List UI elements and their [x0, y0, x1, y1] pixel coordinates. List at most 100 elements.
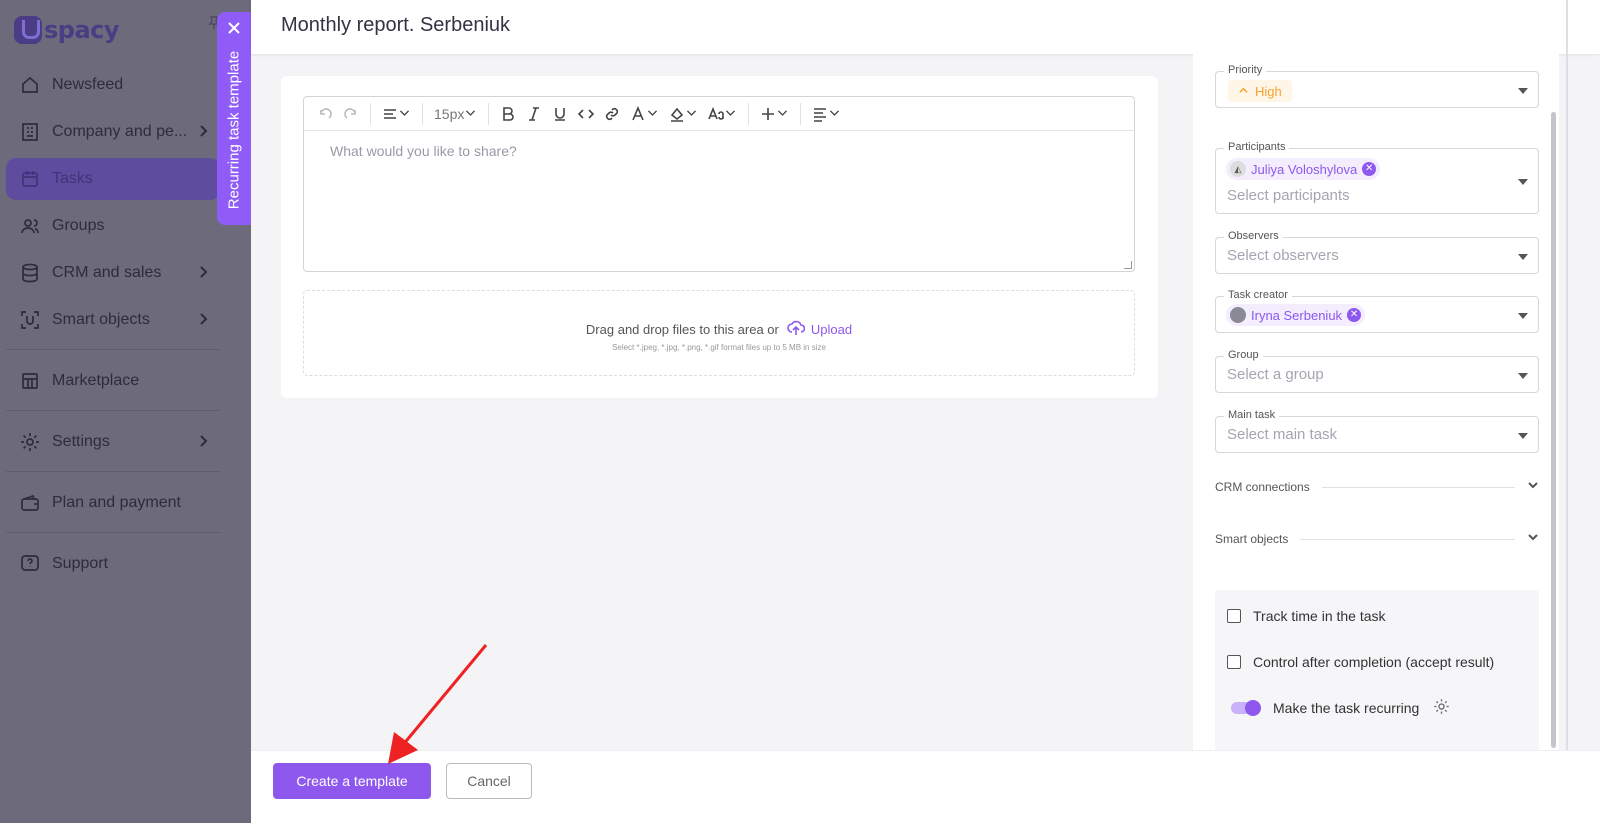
caret-down-icon	[1518, 254, 1528, 260]
sidebar-item-label: Newsfeed	[52, 76, 124, 93]
align-dropdown[interactable]	[807, 102, 846, 126]
font-family-dropdown[interactable]	[703, 102, 742, 126]
caret-down-icon	[1518, 179, 1528, 185]
sidebar-item-label: Groups	[52, 217, 105, 234]
underline-button[interactable]	[547, 102, 573, 126]
scan-icon	[20, 310, 40, 330]
section-title: Smart objects	[1215, 532, 1289, 546]
page-scroll-edge	[1566, 0, 1568, 823]
building-icon	[20, 122, 40, 142]
code-button[interactable]	[573, 102, 599, 126]
divider	[6, 349, 220, 350]
sidebar-item-label: Settings	[52, 433, 110, 450]
paragraph-dropdown[interactable]	[377, 102, 416, 126]
caret-down-icon	[1518, 88, 1528, 94]
chevron-down-icon	[828, 106, 841, 122]
link-button[interactable]	[599, 102, 625, 126]
priority-select[interactable]: Priority High	[1215, 64, 1539, 108]
participants-select[interactable]: Participants ◭ Juliya Voloshylova ✕ Sele…	[1215, 141, 1539, 214]
page-title[interactable]: Monthly report. Serbeniuk	[281, 14, 510, 37]
sidebar-item-groups[interactable]: Groups	[6, 205, 220, 247]
recurring-tab-label: Recurring task template	[225, 50, 243, 210]
gear-icon[interactable]	[1433, 698, 1450, 718]
italic-button[interactable]	[521, 102, 547, 126]
caret-down-icon	[1518, 373, 1528, 379]
settings-scrollbar[interactable]	[1551, 112, 1556, 748]
sidebar-item-label: Tasks	[52, 170, 93, 187]
dropzone-hint: Select *.jpeg, *.jpg, *.png, *.gif forma…	[612, 343, 826, 352]
divider	[488, 102, 490, 125]
remove-chip-icon[interactable]: ✕	[1347, 308, 1362, 322]
participants-label: Participants	[1224, 141, 1290, 153]
sidebar-item-newsfeed[interactable]: Newsfeed	[6, 64, 220, 106]
divider	[800, 102, 802, 125]
bold-button[interactable]	[495, 102, 521, 126]
creator-chip[interactable]: Iryna Serbeniuk ✕	[1226, 304, 1366, 326]
control-after-checkbox[interactable]	[1227, 655, 1241, 669]
font-size-value: 15px	[434, 105, 465, 122]
sidebar-item-label: Support	[52, 555, 109, 572]
sidebar-item-plan[interactable]: Plan and payment	[6, 482, 220, 524]
main-task-select[interactable]: Main task Select main task	[1215, 409, 1539, 453]
sidebar-item-crm[interactable]: CRM and sales	[6, 252, 220, 294]
participant-chip[interactable]: ◭ Juliya Voloshylova ✕	[1226, 158, 1381, 180]
upload-link[interactable]: Upload	[787, 319, 852, 340]
dropzone-text: Drag and drop files to this area or	[585, 322, 779, 337]
divider	[6, 471, 220, 472]
task-settings-column: Priority High Participants ◭ Juliya Volo…	[1193, 54, 1559, 754]
remove-chip-icon[interactable]: ✕	[1362, 162, 1377, 176]
insert-dropdown[interactable]	[755, 102, 794, 126]
sidebar-item-smart-objects[interactable]: Smart objects	[6, 299, 220, 341]
redo-button[interactable]	[338, 102, 364, 126]
crm-connections-section[interactable]: CRM connections	[1215, 477, 1539, 497]
observers-placeholder: Select observers	[1227, 247, 1339, 264]
control-after-option[interactable]: Control after completion (accept result)	[1227, 654, 1494, 670]
recurring-toggle[interactable]	[1231, 700, 1261, 716]
close-icon[interactable]	[226, 20, 242, 36]
option-label: Track time in the task	[1253, 608, 1386, 624]
sidebar-item-company[interactable]: Company and pe...	[6, 111, 220, 153]
caret-down-icon	[1518, 433, 1528, 439]
chevron-down-icon	[1527, 478, 1539, 496]
chevron-down-icon	[724, 106, 737, 122]
smart-objects-section[interactable]: Smart objects	[1215, 529, 1539, 549]
panel-header: Monthly report. Serbeniuk	[251, 0, 1600, 54]
sidebar-item-marketplace[interactable]: Marketplace	[6, 360, 220, 402]
task-creator-select[interactable]: Task creator Iryna Serbeniuk ✕	[1215, 289, 1539, 333]
editor-placeholder[interactable]: What would you like to share?	[330, 143, 517, 159]
avatar: ◭	[1230, 161, 1246, 177]
file-dropzone[interactable]: Drag and drop files to this area or Uplo…	[303, 290, 1135, 376]
app-logo[interactable]: spacy	[14, 10, 120, 50]
divider	[6, 532, 220, 533]
sidebar-item-label: Marketplace	[52, 372, 140, 389]
participant-name: Juliya Voloshylova	[1251, 161, 1358, 177]
observers-select[interactable]: Observers Select observers	[1215, 230, 1539, 274]
annotation-arrow	[388, 644, 488, 764]
logo-text: spacy	[44, 16, 120, 44]
create-template-button[interactable]: Create a template	[273, 763, 431, 799]
track-time-checkbox[interactable]	[1227, 609, 1241, 623]
font-size-dropdown[interactable]: 15px	[429, 102, 482, 126]
upload-cloud-icon	[787, 319, 806, 340]
sidebar-item-settings[interactable]: Settings	[6, 421, 220, 463]
chevron-down-icon	[398, 106, 411, 122]
group-placeholder: Select a group	[1227, 366, 1324, 383]
text-color-dropdown[interactable]	[625, 102, 664, 126]
caret-down-icon	[1518, 313, 1528, 319]
chevron-right-icon	[196, 265, 210, 279]
highlight-dropdown[interactable]	[664, 102, 703, 126]
undo-button[interactable]	[312, 102, 338, 126]
gear-icon	[20, 432, 40, 452]
resize-handle[interactable]	[1124, 261, 1132, 269]
sidebar-item-tasks[interactable]: Tasks	[6, 158, 220, 200]
recurring-template-tab: Recurring task template	[217, 12, 251, 225]
chevron-down-icon	[685, 106, 698, 122]
sidebar-item-support[interactable]: Support	[6, 543, 220, 585]
main-task-label: Main task	[1224, 409, 1280, 421]
group-select[interactable]: Group Select a group	[1215, 349, 1539, 393]
creator-name: Iryna Serbeniuk	[1251, 307, 1343, 323]
store-icon	[20, 371, 40, 391]
track-time-option[interactable]: Track time in the task	[1227, 608, 1386, 624]
divider	[1300, 538, 1515, 540]
cancel-button[interactable]: Cancel	[446, 763, 532, 799]
